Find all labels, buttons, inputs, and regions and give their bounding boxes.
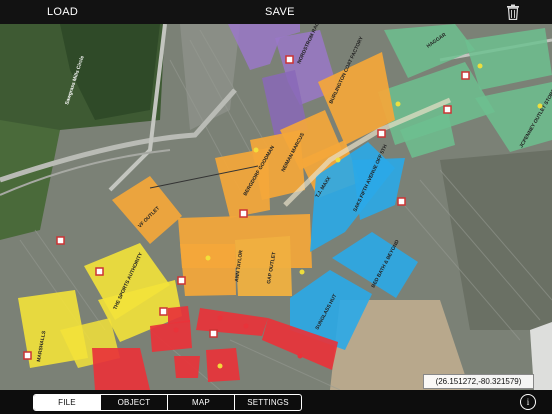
- map-marker[interactable]: [209, 329, 218, 338]
- load-button[interactable]: LOAD: [47, 6, 78, 18]
- satellite-map[interactable]: Sawgrass Mills Circle VF OUTLET BURLINGT…: [0, 24, 552, 390]
- trash-icon[interactable]: [506, 4, 520, 20]
- bottom-toolbar: FILE OBJECT MAP SETTINGS i: [0, 390, 552, 414]
- segmented-tabs: FILE OBJECT MAP SETTINGS: [33, 394, 302, 411]
- coordinate-readout: (26.151272,-80.321579): [423, 374, 534, 389]
- map-marker[interactable]: [377, 129, 386, 138]
- map-marker[interactable]: [461, 71, 470, 80]
- map-marker[interactable]: [443, 105, 452, 114]
- info-icon[interactable]: i: [520, 394, 536, 410]
- tab-object[interactable]: OBJECT: [101, 395, 168, 410]
- map-marker[interactable]: [285, 55, 294, 64]
- map-marker[interactable]: [239, 209, 248, 218]
- map-marker[interactable]: [56, 236, 65, 245]
- map-marker[interactable]: [177, 276, 186, 285]
- map-marker[interactable]: [95, 267, 104, 276]
- map-marker[interactable]: [159, 307, 168, 316]
- tab-file[interactable]: FILE: [34, 395, 101, 410]
- map-canvas[interactable]: Sawgrass Mills Circle VF OUTLET BURLINGT…: [0, 24, 552, 390]
- top-toolbar: LOAD SAVE: [0, 0, 552, 24]
- map-marker[interactable]: [397, 197, 406, 206]
- tab-map[interactable]: MAP: [168, 395, 235, 410]
- map-marker[interactable]: [23, 351, 32, 360]
- save-button[interactable]: SAVE: [265, 6, 295, 18]
- tab-settings[interactable]: SETTINGS: [235, 395, 301, 410]
